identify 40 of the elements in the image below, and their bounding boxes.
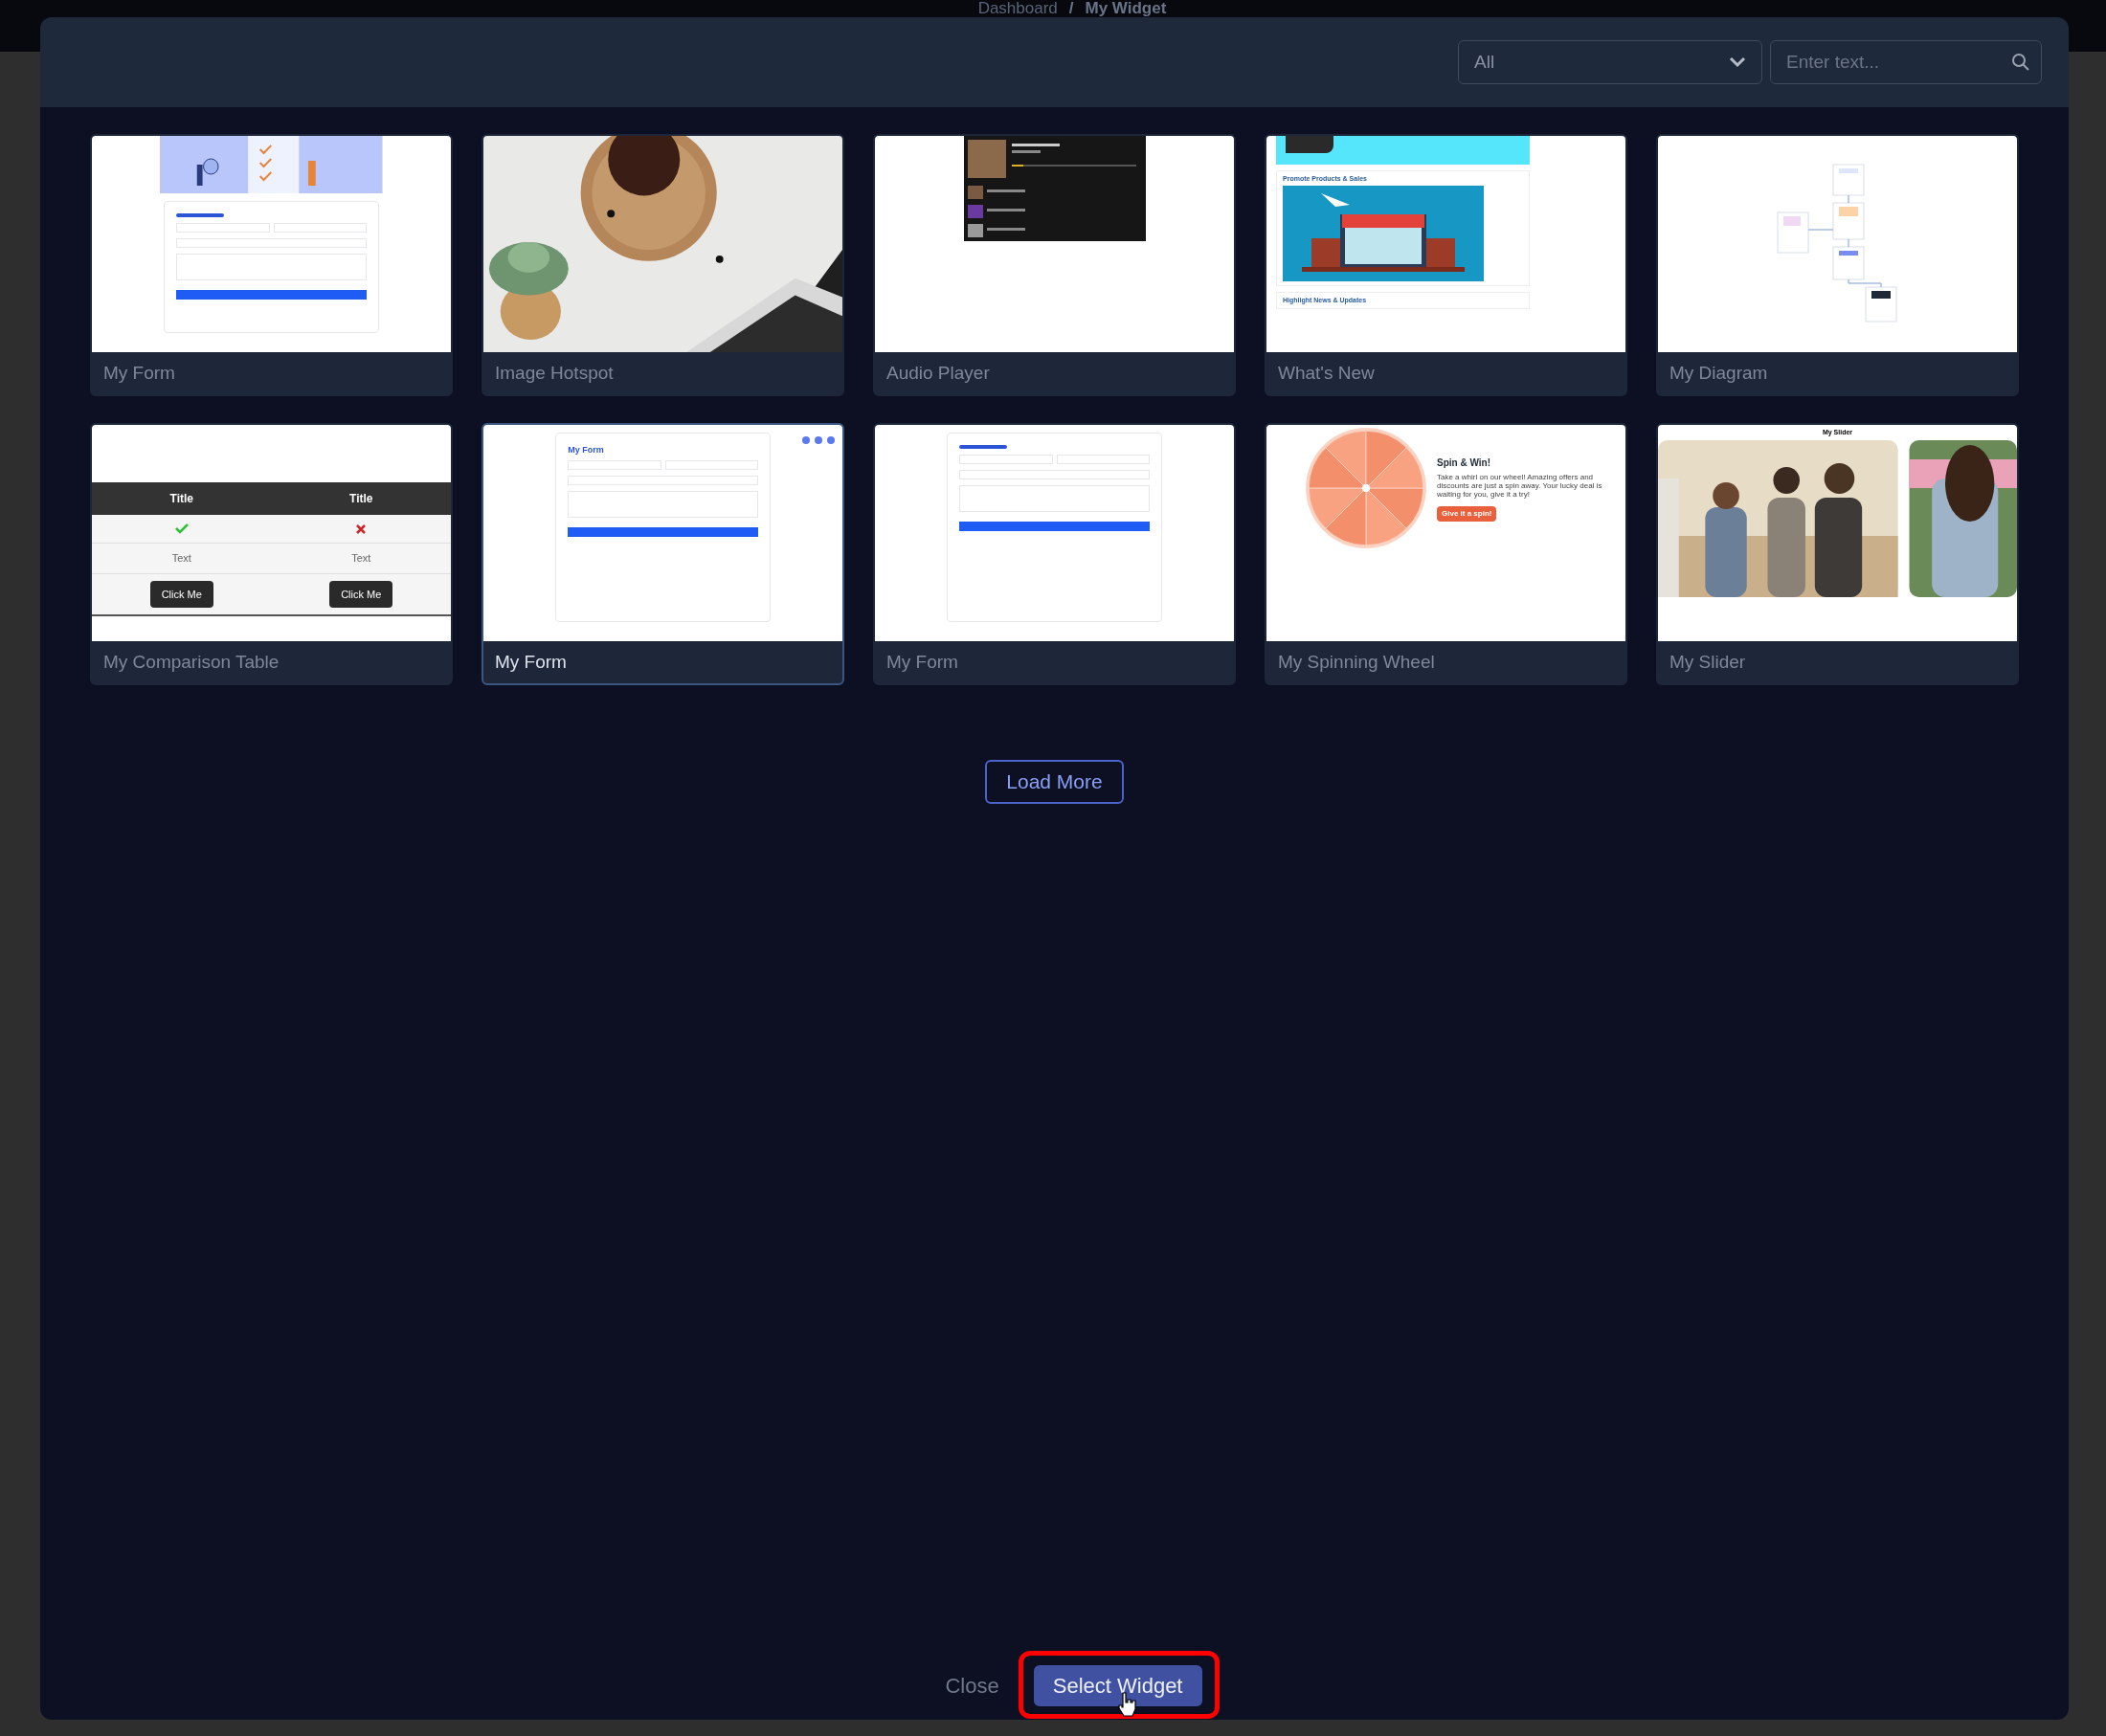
widget-title: My Form xyxy=(495,650,567,674)
widget-title: What's New xyxy=(1278,361,1375,385)
click-me-button: Click Me xyxy=(149,580,213,609)
chevron-down-icon xyxy=(1729,56,1746,68)
widget-card[interactable]: Spin & Win! Take a whirl on our wheel! Amazing offers and discounts are just a spin away. Your lucky deal is waiting for you, give it a try! Give it a spin! My Spinning Wheel xyxy=(1265,423,1627,685)
wheel-description: Take a whirl on our wheel! Amazing offers and discounts are just a spin away. Your lucky deal is waiting for you, give it a try! xyxy=(1437,473,1603,499)
column-header: Title xyxy=(169,491,193,507)
widget-card[interactable]: My Form xyxy=(873,423,1236,685)
widget-title: My Diagram xyxy=(1669,361,1768,385)
widget-card[interactable]: My Diagram xyxy=(1656,134,2019,396)
select-widget-button[interactable]: Select Widget xyxy=(1033,1665,1202,1706)
widget-card[interactable]: My Form xyxy=(90,134,453,396)
widget-title: My Form xyxy=(886,650,958,674)
spin-button: Give it a spin! xyxy=(1437,506,1497,522)
search-icon[interactable] xyxy=(2011,53,2030,72)
column-header: Title xyxy=(349,491,373,507)
widget-title: My Slider xyxy=(1669,650,1746,674)
widget-card[interactable]: My Form My Form xyxy=(482,423,844,685)
wheel-heading: Spin & Win! xyxy=(1437,456,1491,470)
widget-card[interactable]: Audio Player xyxy=(873,134,1236,396)
load-more-button[interactable]: Load More xyxy=(985,760,1124,804)
widget-card[interactable]: Image Hotspot xyxy=(482,134,844,396)
close-button[interactable]: Close xyxy=(945,1670,999,1702)
widget-title: Image Hotspot xyxy=(495,361,614,385)
widget-title: My Spinning Wheel xyxy=(1278,650,1435,674)
checkmark-icon xyxy=(174,523,189,534)
search-field[interactable]: Enter text... xyxy=(1770,40,2042,84)
click-me-button: Click Me xyxy=(329,580,393,609)
cross-icon xyxy=(356,523,367,534)
filter-dropdown[interactable]: All xyxy=(1458,40,1762,84)
widget-card[interactable]: Title Title Text Text Click Me Click Me My Comparison Table xyxy=(90,423,453,685)
form-title: My Form xyxy=(568,445,605,455)
widget-title: My Form xyxy=(103,361,175,385)
breadcrumb-current: My Widget xyxy=(1085,0,1167,17)
table-cell-text: Text xyxy=(171,551,191,567)
table-cell-text: Text xyxy=(351,551,371,567)
widget-title: Audio Player xyxy=(886,361,990,385)
breadcrumb-separator: / xyxy=(1068,0,1074,17)
breadcrumb-link[interactable]: Dashboard xyxy=(977,0,1058,17)
widget-title: My Comparison Table xyxy=(103,650,280,674)
